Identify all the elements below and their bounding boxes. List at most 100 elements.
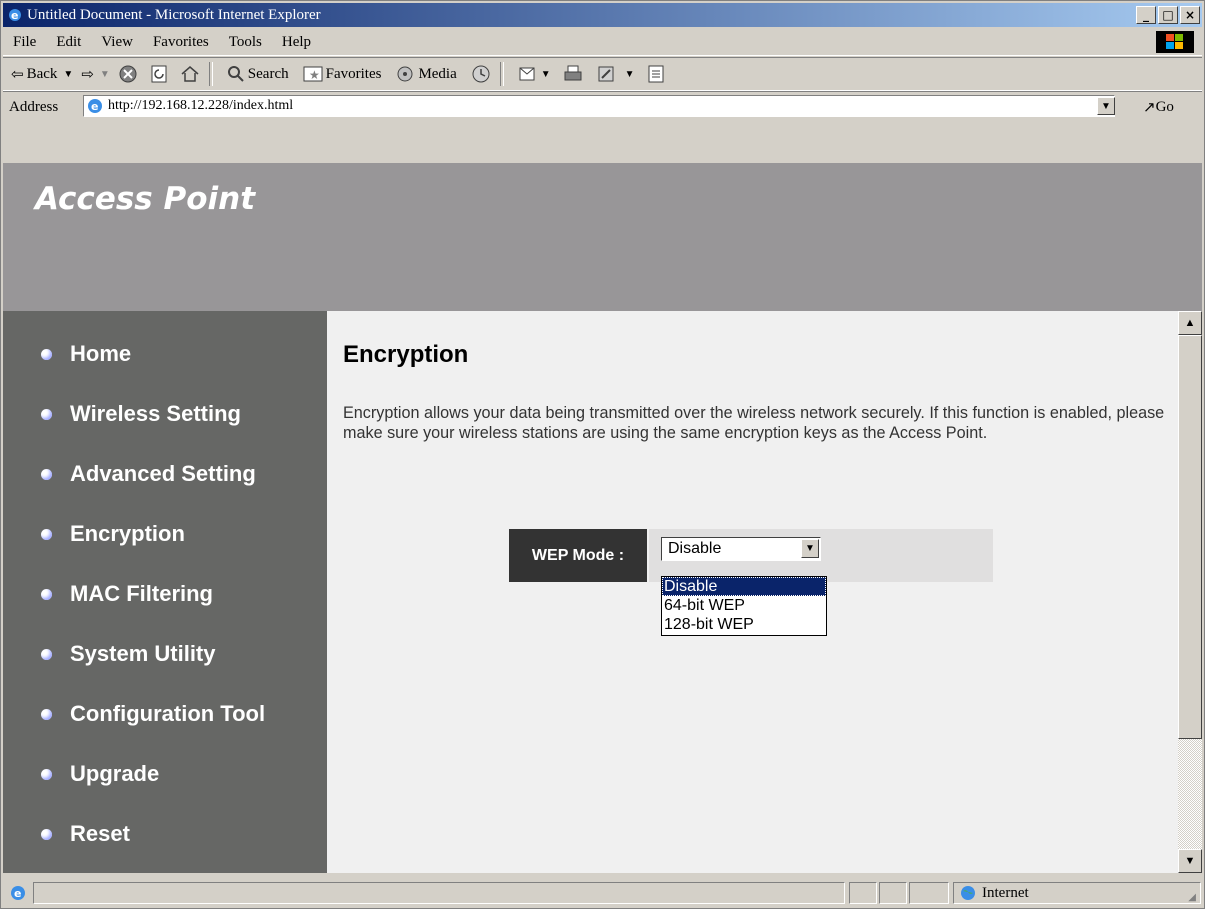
print-icon (564, 65, 582, 81)
edit-icon (598, 66, 614, 82)
refresh-button[interactable] (149, 64, 172, 84)
globe-icon (961, 886, 975, 900)
home-icon (181, 66, 199, 82)
nav-advanced-setting[interactable]: Advanced Setting (41, 461, 256, 487)
toolbar-separator (499, 62, 504, 86)
address-dropdown-icon[interactable]: ▼ (1097, 97, 1115, 115)
status-panel (849, 882, 877, 904)
vertical-scrollbar[interactable]: ▲ ▼ (1178, 311, 1202, 873)
back-label: Back (26, 65, 58, 82)
menu-favorites[interactable]: Favorites (143, 34, 219, 51)
scroll-thumb[interactable] (1178, 335, 1202, 739)
svg-text:e: e (11, 9, 18, 22)
wep-mode-value: Disable (668, 540, 722, 557)
address-input[interactable]: e http://192.168.12.228/index.html (83, 95, 1115, 117)
nav-reset[interactable]: Reset (41, 821, 130, 847)
toolbar: ⇦ Back ▼ ⇨ ▼ Search ★ Favorites Media ▼ … (3, 57, 1202, 91)
address-bar: Address e http://192.168.12.228/index.ht… (3, 91, 1202, 122)
forward-button[interactable]: ⇨ ▼ (81, 65, 109, 84)
nav-configuration-tool[interactable]: Configuration Tool (41, 701, 265, 727)
menu-help[interactable]: Help (272, 34, 321, 51)
back-button[interactable]: ⇦ Back ▼ (11, 65, 73, 84)
nav-label: Advanced Setting (70, 461, 256, 486)
nav-label: Configuration Tool (70, 701, 266, 726)
nav-home[interactable]: Home (41, 341, 131, 367)
edit-dropdown-icon[interactable]: ▼ (625, 69, 635, 80)
maximize-button[interactable]: □ (1158, 6, 1178, 24)
bullet-icon (41, 408, 52, 420)
option-64-bit-wep[interactable]: 64-bit WEP (662, 596, 826, 615)
nav-label: Reset (70, 821, 130, 846)
menu-edit[interactable]: Edit (46, 34, 91, 51)
zone-panel: Internet ◢ (953, 882, 1201, 904)
bullet-icon (41, 468, 52, 480)
stop-button[interactable] (118, 64, 141, 84)
option-128-bit-wep[interactable]: 128-bit WEP (662, 615, 826, 634)
search-button[interactable]: Search (227, 65, 289, 83)
windows-logo-icon (1156, 31, 1194, 53)
discuss-button[interactable] (647, 64, 668, 84)
zone-label: Internet (982, 884, 1029, 901)
minimize-button[interactable]: _ (1136, 6, 1156, 24)
bullet-icon (41, 828, 52, 840)
nav-label: System Utility (70, 641, 216, 666)
chevron-down-icon[interactable]: ▼ (801, 539, 819, 558)
window-title: Untitled Document - Microsoft Internet E… (27, 6, 321, 23)
mail-button[interactable]: ▼ (518, 64, 551, 84)
scroll-up-icon[interactable]: ▲ (1178, 311, 1202, 335)
edit-button[interactable]: ▼ (596, 64, 635, 84)
nav-wireless-setting[interactable]: Wireless Setting (41, 401, 241, 427)
page-viewport: Access Point Home Wireless Setting Advan… (3, 163, 1202, 873)
nav-upgrade[interactable]: Upgrade (41, 761, 159, 787)
page-header: Access Point (3, 163, 1202, 311)
svg-text:e: e (14, 887, 21, 900)
go-button[interactable]: ↗ Go (1143, 98, 1174, 117)
refresh-icon (151, 65, 167, 83)
option-disable[interactable]: Disable (662, 577, 826, 596)
media-icon (397, 66, 413, 82)
go-arrow-icon: ↗ (1143, 100, 1156, 116)
status-text-panel (33, 882, 845, 904)
history-button[interactable] (471, 64, 494, 84)
home-button[interactable] (180, 64, 203, 84)
scroll-track[interactable] (1178, 739, 1202, 849)
favorites-button[interactable]: ★ Favorites (303, 65, 382, 83)
menu-bar: File Edit View Favorites Tools Help (3, 29, 1202, 56)
menu-tools[interactable]: Tools (219, 34, 272, 51)
mail-icon (519, 67, 535, 81)
page-icon: e (88, 99, 102, 113)
toolbar-separator (208, 62, 213, 86)
status-panel (909, 882, 949, 904)
status-bar: e Internet ◢ (3, 879, 1202, 907)
wep-mode-label: WEP Mode : (509, 529, 647, 582)
menu-file[interactable]: File (3, 34, 46, 51)
address-label: Address (9, 98, 59, 115)
back-dropdown-icon[interactable]: ▼ (63, 69, 73, 80)
favorites-label: Favorites (325, 65, 382, 82)
search-label: Search (247, 65, 289, 82)
back-arrow-icon: ⇦ (11, 66, 24, 83)
main-content: Encryption Encryption allows your data b… (327, 311, 1178, 873)
page-description: Encryption allows your data being transm… (343, 404, 1165, 442)
forward-dropdown-icon[interactable]: ▼ (100, 69, 110, 80)
bullet-icon (41, 588, 52, 600)
mail-dropdown-icon[interactable]: ▼ (541, 69, 551, 80)
media-button[interactable]: Media (395, 64, 457, 84)
nav-system-utility[interactable]: System Utility (41, 641, 216, 667)
nav-encryption[interactable]: Encryption (41, 521, 185, 547)
resize-grip-icon[interactable]: ◢ (1188, 892, 1196, 903)
status-panel (879, 882, 907, 904)
title-bar: e Untitled Document - Microsoft Internet… (3, 3, 1202, 27)
wep-mode-select[interactable]: Disable ▼ (661, 537, 821, 561)
media-label: Media (418, 65, 457, 82)
page-status-icon: e (11, 886, 25, 900)
nav-mac-filtering[interactable]: MAC Filtering (41, 581, 213, 607)
bullet-icon (41, 708, 52, 720)
close-button[interactable]: × (1180, 6, 1200, 24)
svg-text:★: ★ (309, 68, 320, 82)
sidebar-nav: Home Wireless Setting Advanced Setting E… (3, 311, 327, 873)
scroll-down-icon[interactable]: ▼ (1178, 849, 1202, 873)
menu-view[interactable]: View (91, 34, 143, 51)
page-title: Encryption (343, 341, 469, 368)
print-button[interactable] (563, 64, 586, 84)
